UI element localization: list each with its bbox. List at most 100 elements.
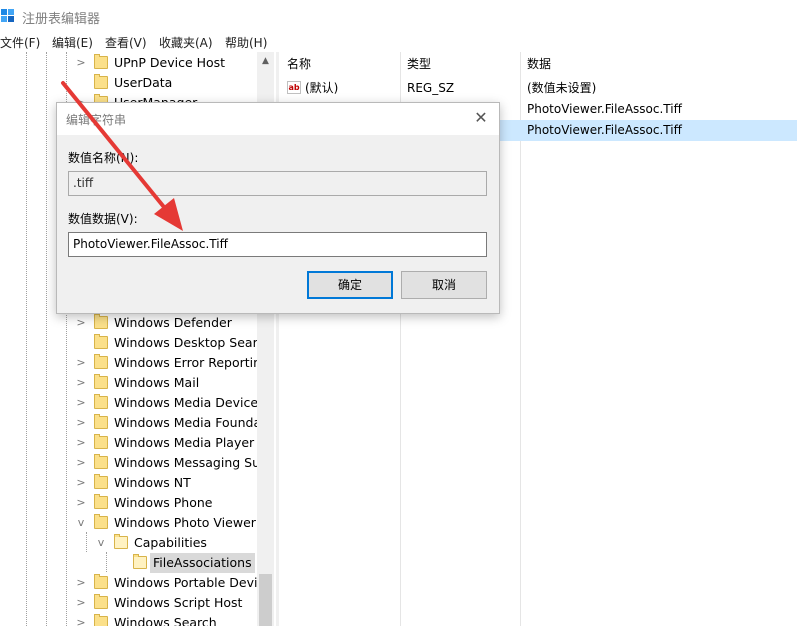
cancel-button[interactable]: 取消 xyxy=(401,271,487,299)
tree-item[interactable]: > Windows Media Founda xyxy=(0,413,261,433)
menu-help[interactable]: 帮助(H) xyxy=(225,34,267,51)
expand-arrow-icon[interactable]: > xyxy=(76,413,86,433)
folder-icon xyxy=(94,514,108,529)
value-data-input[interactable]: PhotoViewer.FileAssoc.Tiff xyxy=(68,232,487,257)
menu-view[interactable]: 查看(V) xyxy=(105,34,147,51)
folder-icon xyxy=(94,334,108,349)
edit-string-dialog: 编辑字符串 ✕ 数值名称(N): .tiff 数值数据(V): PhotoVie… xyxy=(56,102,500,314)
folder-icon xyxy=(94,374,108,389)
value-data: PhotoViewer.FileAssoc.Tiff xyxy=(527,123,682,137)
value-data: (数值未设置) xyxy=(527,81,597,95)
scrollbar-thumb[interactable] xyxy=(259,574,272,626)
folder-icon xyxy=(94,494,108,509)
tree-item[interactable]: > Windows Phone xyxy=(0,493,256,513)
tree-item[interactable]: v Windows Photo Viewer xyxy=(0,513,256,533)
tree-item-label: FileAssociations xyxy=(150,553,255,573)
list-row[interactable]: ab (默认) REG_SZ (数值未设置) xyxy=(279,78,797,99)
expand-arrow-icon[interactable]: > xyxy=(76,593,86,613)
column-header-data[interactable]: 数据 xyxy=(527,52,551,76)
tree-item[interactable]: UserData xyxy=(0,73,256,93)
tree-item[interactable]: > Windows NT xyxy=(0,473,256,493)
tree-item[interactable]: > Windows Error Reportin xyxy=(0,353,261,373)
tree-item-label: Windows Script Host xyxy=(114,595,243,610)
folder-icon xyxy=(94,74,108,89)
tree-item-label: Windows Error Reportin xyxy=(114,355,262,370)
tree-item-label: Windows Mail xyxy=(114,375,200,390)
tree-item-label: UserData xyxy=(114,75,173,90)
collapse-arrow-icon[interactable]: v xyxy=(96,533,106,553)
folder-icon xyxy=(94,54,108,69)
tree-item[interactable]: > Windows Portable Devic xyxy=(0,573,264,593)
folder-icon xyxy=(94,454,108,469)
string-value-icon: ab xyxy=(287,81,301,94)
expand-arrow-icon[interactable]: > xyxy=(76,393,86,413)
tree-item-label: Windows Defender xyxy=(114,315,232,330)
registry-editor-icon xyxy=(1,9,14,22)
value-type: REG_SZ xyxy=(407,81,455,95)
expand-arrow-icon[interactable]: > xyxy=(76,473,86,493)
tree-item[interactable]: > Windows Mail xyxy=(0,373,256,393)
tree-item-label: Windows Media Founda xyxy=(114,415,262,430)
menu-bar: 文件(F) 编辑(E) 查看(V) 收藏夹(A) 帮助(H) xyxy=(0,32,797,52)
dialog-title: 编辑字符串 xyxy=(66,113,127,127)
expand-arrow-icon xyxy=(76,333,86,353)
tree-item[interactable]: > Windows Messaging Sul xyxy=(0,453,264,473)
folder-icon xyxy=(94,614,108,626)
expand-arrow-icon[interactable]: > xyxy=(76,493,86,513)
tree-item[interactable]: > Windows Defender xyxy=(0,313,256,333)
tree-item[interactable]: v Capabilities xyxy=(0,533,256,553)
column-header-type[interactable]: 类型 xyxy=(407,52,431,76)
folder-icon xyxy=(94,594,108,609)
expand-arrow-icon[interactable]: > xyxy=(76,313,86,333)
value-name-field: .tiff xyxy=(68,171,487,196)
expand-arrow-icon[interactable]: > xyxy=(76,613,86,626)
tree-item-selected[interactable]: FileAssociations xyxy=(0,553,256,573)
folder-icon xyxy=(94,474,108,489)
tree-item-label: Windows Photo Viewer xyxy=(114,515,256,530)
menu-favorites[interactable]: 收藏夹(A) xyxy=(159,34,213,51)
tree-item-label: Windows Portable Devic xyxy=(114,575,265,590)
value-name-label: 数值名称(N): xyxy=(68,151,139,165)
dialog-title-bar: 编辑字符串 ✕ xyxy=(57,103,499,135)
folder-open-icon xyxy=(133,554,147,569)
tree-item-label: Windows Phone xyxy=(114,495,213,510)
scroll-up-arrow-icon[interactable]: ▲ xyxy=(257,54,274,68)
expand-arrow-icon[interactable]: > xyxy=(76,353,86,373)
ok-button[interactable]: 确定 xyxy=(307,271,393,299)
folder-icon xyxy=(94,314,108,329)
window-title: 注册表编辑器 xyxy=(22,12,101,27)
folder-icon xyxy=(94,574,108,589)
value-name: (默认) xyxy=(305,81,339,95)
tree-item-label: Windows Search xyxy=(114,615,217,626)
tree-item-label: Windows Messaging Sul xyxy=(114,455,264,470)
tree-item-label: Windows Media Device I xyxy=(114,395,266,410)
collapse-arrow-icon[interactable]: v xyxy=(76,513,86,533)
value-data-label: 数值数据(V): xyxy=(68,212,138,226)
tree-item[interactable]: > Windows Media Device I xyxy=(0,393,266,413)
tree-item-label: Windows Media Player N xyxy=(114,435,268,450)
title-bar: 注册表编辑器 xyxy=(0,0,797,32)
expand-arrow-icon[interactable]: > xyxy=(76,373,86,393)
column-header-name[interactable]: 名称 xyxy=(287,52,311,76)
tree-item[interactable]: > Windows Script Host xyxy=(0,593,256,613)
tree-item[interactable]: > Windows Search xyxy=(0,613,256,626)
tree-item[interactable]: > UPnP Device Host xyxy=(0,53,256,73)
expand-arrow-icon xyxy=(76,73,86,93)
expand-arrow-icon[interactable]: > xyxy=(76,433,86,453)
expand-arrow-icon[interactable]: > xyxy=(76,573,86,593)
folder-icon xyxy=(94,434,108,449)
menu-file[interactable]: 文件(F) xyxy=(0,34,40,51)
folder-open-icon xyxy=(114,534,128,549)
menu-edit[interactable]: 编辑(E) xyxy=(52,34,93,51)
expand-arrow-icon[interactable]: > xyxy=(76,453,86,473)
tree-item[interactable]: Windows Desktop Searc xyxy=(0,333,264,353)
expand-arrow-icon[interactable]: > xyxy=(76,53,86,73)
folder-icon xyxy=(94,414,108,429)
value-data: PhotoViewer.FileAssoc.Tiff xyxy=(527,102,682,116)
tree-item-label: Capabilities xyxy=(134,535,207,550)
tree-item-label: UPnP Device Host xyxy=(114,55,226,70)
tree-item-label: Windows NT xyxy=(114,475,191,490)
tree-item[interactable]: > Windows Media Player N xyxy=(0,433,268,453)
close-icon[interactable]: ✕ xyxy=(471,108,491,128)
tree-item-label: Windows Desktop Searc xyxy=(114,335,265,350)
